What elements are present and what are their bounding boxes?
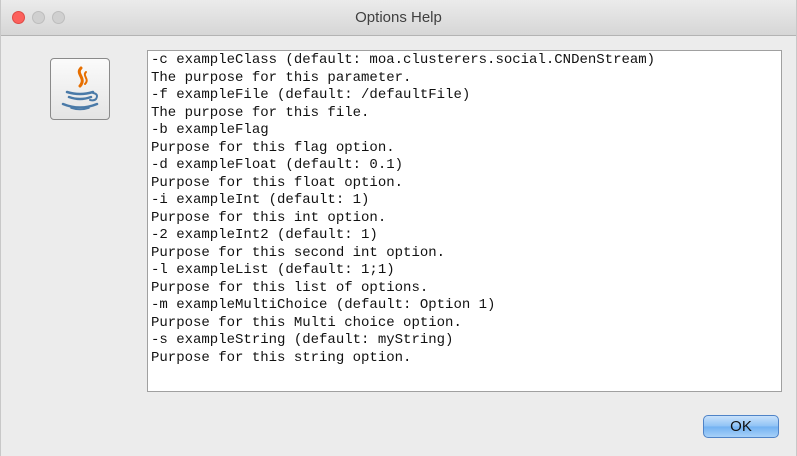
- help-text-line: Purpose for this second int option.: [151, 244, 446, 261]
- help-text-line: Purpose for this int option.: [151, 209, 387, 226]
- help-text-line: Purpose for this list of options.: [151, 279, 429, 296]
- help-text-line: Purpose for this flag option.: [151, 139, 395, 156]
- options-help-text-area[interactable]: -c exampleClass (default: moa.clusterers…: [147, 50, 782, 392]
- help-text-line: Purpose for this float option.: [151, 174, 404, 191]
- help-text-line: -f exampleFile (default: /defaultFile): [151, 87, 471, 103]
- help-text-line: The purpose for this file.: [151, 104, 370, 121]
- java-icon: [50, 58, 110, 120]
- help-text-line: -s exampleString (default: myString): [151, 332, 454, 348]
- ok-button[interactable]: OK: [703, 415, 779, 438]
- help-text-line: Purpose for this Multi choice option.: [151, 314, 462, 331]
- help-text-line: -2 exampleInt2 (default: 1): [151, 227, 378, 243]
- help-text-line: -d exampleFloat (default: 0.1): [151, 157, 404, 173]
- help-text-line: -b exampleFlag: [151, 122, 269, 138]
- help-text-line: Purpose for this string option.: [151, 349, 412, 366]
- help-text-line: -l exampleList (default: 1;1): [151, 262, 395, 278]
- help-text-line: The purpose for this parameter.: [151, 69, 412, 86]
- options-help-window: Options Help -c exampleClass (default: m…: [0, 0, 797, 456]
- help-text-line: -i exampleInt (default: 1): [151, 192, 370, 208]
- window-title: Options Help: [355, 9, 442, 26]
- title-bar[interactable]: Options Help: [1, 0, 796, 36]
- help-text-line: -m exampleMultiChoice (default: Option 1…: [151, 297, 496, 313]
- help-text-lines: -c exampleClass (default: moa.clusterers…: [151, 52, 655, 367]
- help-text-line: -c exampleClass (default: moa.clusterers…: [151, 52, 656, 68]
